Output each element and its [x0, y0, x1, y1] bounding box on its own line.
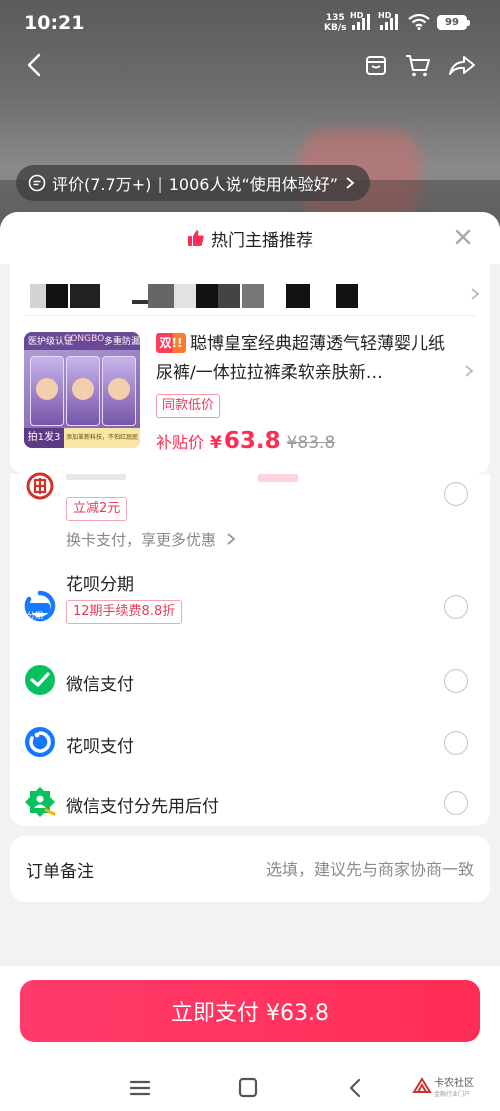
review-summary-pill[interactable]: 评价(7.7万+) | 1006人说“使用体验好” [16, 165, 371, 201]
chevron-right-icon [471, 288, 480, 300]
sheet-title-text: 热门主播推荐 [211, 230, 313, 251]
order-remark-card: 订单备注 [10, 836, 490, 902]
experience-summary: 1006人说“使用体验好” [168, 175, 339, 194]
menu-icon[interactable] [126, 1076, 154, 1100]
payment-methods-card: 立减2元 换卡支付，享更多优惠 分期 花呗分期 12期手续费8.8折 微信支付 … [10, 472, 490, 826]
chevron-right-icon [227, 533, 236, 545]
price-value: 63.8 [223, 428, 281, 454]
payment-method-huabei[interactable]: 花呗支付 [10, 724, 490, 764]
double-promo-badge: 双!! [156, 333, 186, 353]
status-time: 10:21 [24, 12, 85, 34]
signal-icon-2 [380, 14, 402, 30]
order-remark-input[interactable] [174, 854, 474, 884]
huabei-pay-icon [25, 727, 55, 757]
status-bar: 10:21 135 KB/s HD HD 99 [0, 0, 500, 48]
payment-method-huabei-installment[interactable]: 分期 花呗分期 12期手续费8.8折 [10, 570, 490, 642]
redacted-text [196, 284, 218, 308]
radio-wechat-pay[interactable] [444, 669, 468, 693]
watermark-subtitle: 金融行业门户 [434, 1091, 471, 1098]
watermark-title: 卡农社区 [434, 1078, 474, 1089]
chevron-right-icon [346, 177, 355, 189]
network-speed: 135 KB/s [324, 13, 347, 33]
redacted-text [242, 284, 264, 308]
bank-card-discount-badge: 立减2元 [66, 497, 128, 521]
payment-sheet: 热门主播推荐 医护级认证 CONGBO 多重防漏 拍1发3 添加革新科技，不怕红… [0, 212, 500, 1111]
installment-icon-label: 分期 [27, 611, 43, 620]
image-banner-brand: CONGBO [64, 334, 105, 344]
chevron-right-icon [465, 365, 474, 377]
share-icon[interactable] [447, 50, 477, 80]
redacted-text [174, 284, 196, 308]
wechat-pay-label: 微信支付 [66, 675, 134, 695]
signal-icon [352, 14, 374, 30]
order-remark-label: 订单备注 [26, 862, 94, 882]
cart-icon[interactable] [403, 50, 433, 80]
redacted-bank-name [66, 474, 126, 480]
kanong-logo-icon [412, 1077, 432, 1093]
battery-indicator: 99 [437, 15, 470, 30]
price-label: 补贴价 [156, 433, 205, 452]
bank-card-icon [26, 472, 54, 500]
product-title-text: 聪博皇室经典超薄透气轻薄婴儿纸尿裤/一体拉拉裤柔软亲肤新… [156, 334, 445, 383]
redacted-text [336, 284, 358, 308]
anchor-info-row[interactable] [24, 272, 480, 316]
pay-now-button[interactable]: 立即支付 ¥63.8 [20, 980, 480, 1042]
product-image[interactable]: 医护级认证 CONGBO 多重防漏 拍1发3 添加革新科技，不怕红屁屁 [24, 332, 140, 448]
image-banner-right: 多重防漏 [104, 337, 140, 347]
sheet-header: 热门主播推荐 [0, 212, 500, 264]
home-icon[interactable] [234, 1076, 262, 1100]
redacted-bank-tag [258, 474, 298, 482]
recommended-product-card: 医护级认证 CONGBO 多重防漏 拍1发3 添加革新科技，不怕红屁屁 双!! 聪… [10, 264, 490, 474]
close-icon[interactable] [452, 226, 474, 248]
redacted-text [46, 284, 68, 308]
radio-huabei-pay[interactable] [444, 731, 468, 755]
payment-method-wechat-pay-later[interactable]: 微信支付分先用后付 [10, 784, 490, 824]
promo-tag: 拍1发3 [24, 428, 64, 448]
watermark: 卡农社区 金融行业门户 [412, 1072, 496, 1108]
image-footer-text: 添加革新科技，不怕红屁屁 [64, 428, 140, 448]
wechat-pay-later-icon [25, 787, 56, 817]
original-price: ¥83.8 [286, 433, 336, 453]
back-icon[interactable] [20, 50, 50, 80]
same-low-price-tag: 同款低价 [156, 394, 221, 418]
review-separator: | [157, 173, 163, 193]
radio-wechat-pay-later[interactable] [444, 791, 468, 815]
back-nav-icon[interactable] [342, 1076, 370, 1100]
redacted-text [218, 284, 240, 308]
payment-method-wechat[interactable]: 微信支付 [10, 662, 490, 702]
huabei-installment-label: 花呗分期 [66, 575, 134, 595]
payment-method-bank-card[interactable]: 立减2元 换卡支付，享更多优惠 [10, 472, 490, 554]
switch-card-hint[interactable]: 换卡支付，享更多优惠 [66, 529, 237, 550]
sheet-title: 热门主播推荐 [187, 226, 313, 251]
installment-fee-badge: 12期手续费8.8折 [66, 600, 183, 624]
review-count: 评价(7.7万+) [52, 175, 152, 194]
thumbs-up-icon [188, 230, 204, 246]
product-title[interactable]: 双!! 聪博皇室经典超薄透气轻薄婴儿纸尿裤/一体拉拉裤柔软亲肤新… [156, 330, 456, 388]
radio-huabei-installment[interactable] [444, 595, 468, 619]
wechat-pay-later-label: 微信支付分先用后付 [66, 797, 219, 817]
huabei-pay-label: 花呗支付 [66, 737, 134, 757]
price-row: 补贴价 ¥ 63.8 ¥83.8 [156, 428, 335, 454]
wifi-icon [408, 14, 430, 30]
redacted-text [148, 284, 174, 308]
redacted-text [70, 284, 100, 308]
price-currency: ¥ [210, 433, 222, 453]
redacted-text [286, 284, 310, 308]
radio-bank-card[interactable] [444, 482, 468, 506]
store-icon[interactable] [361, 50, 391, 80]
bottom-action-bar: 立即支付 ¥63.8 卡农社区 金融行业门户 [0, 966, 500, 1111]
wechat-pay-icon [25, 665, 55, 695]
comment-icon [28, 174, 46, 192]
